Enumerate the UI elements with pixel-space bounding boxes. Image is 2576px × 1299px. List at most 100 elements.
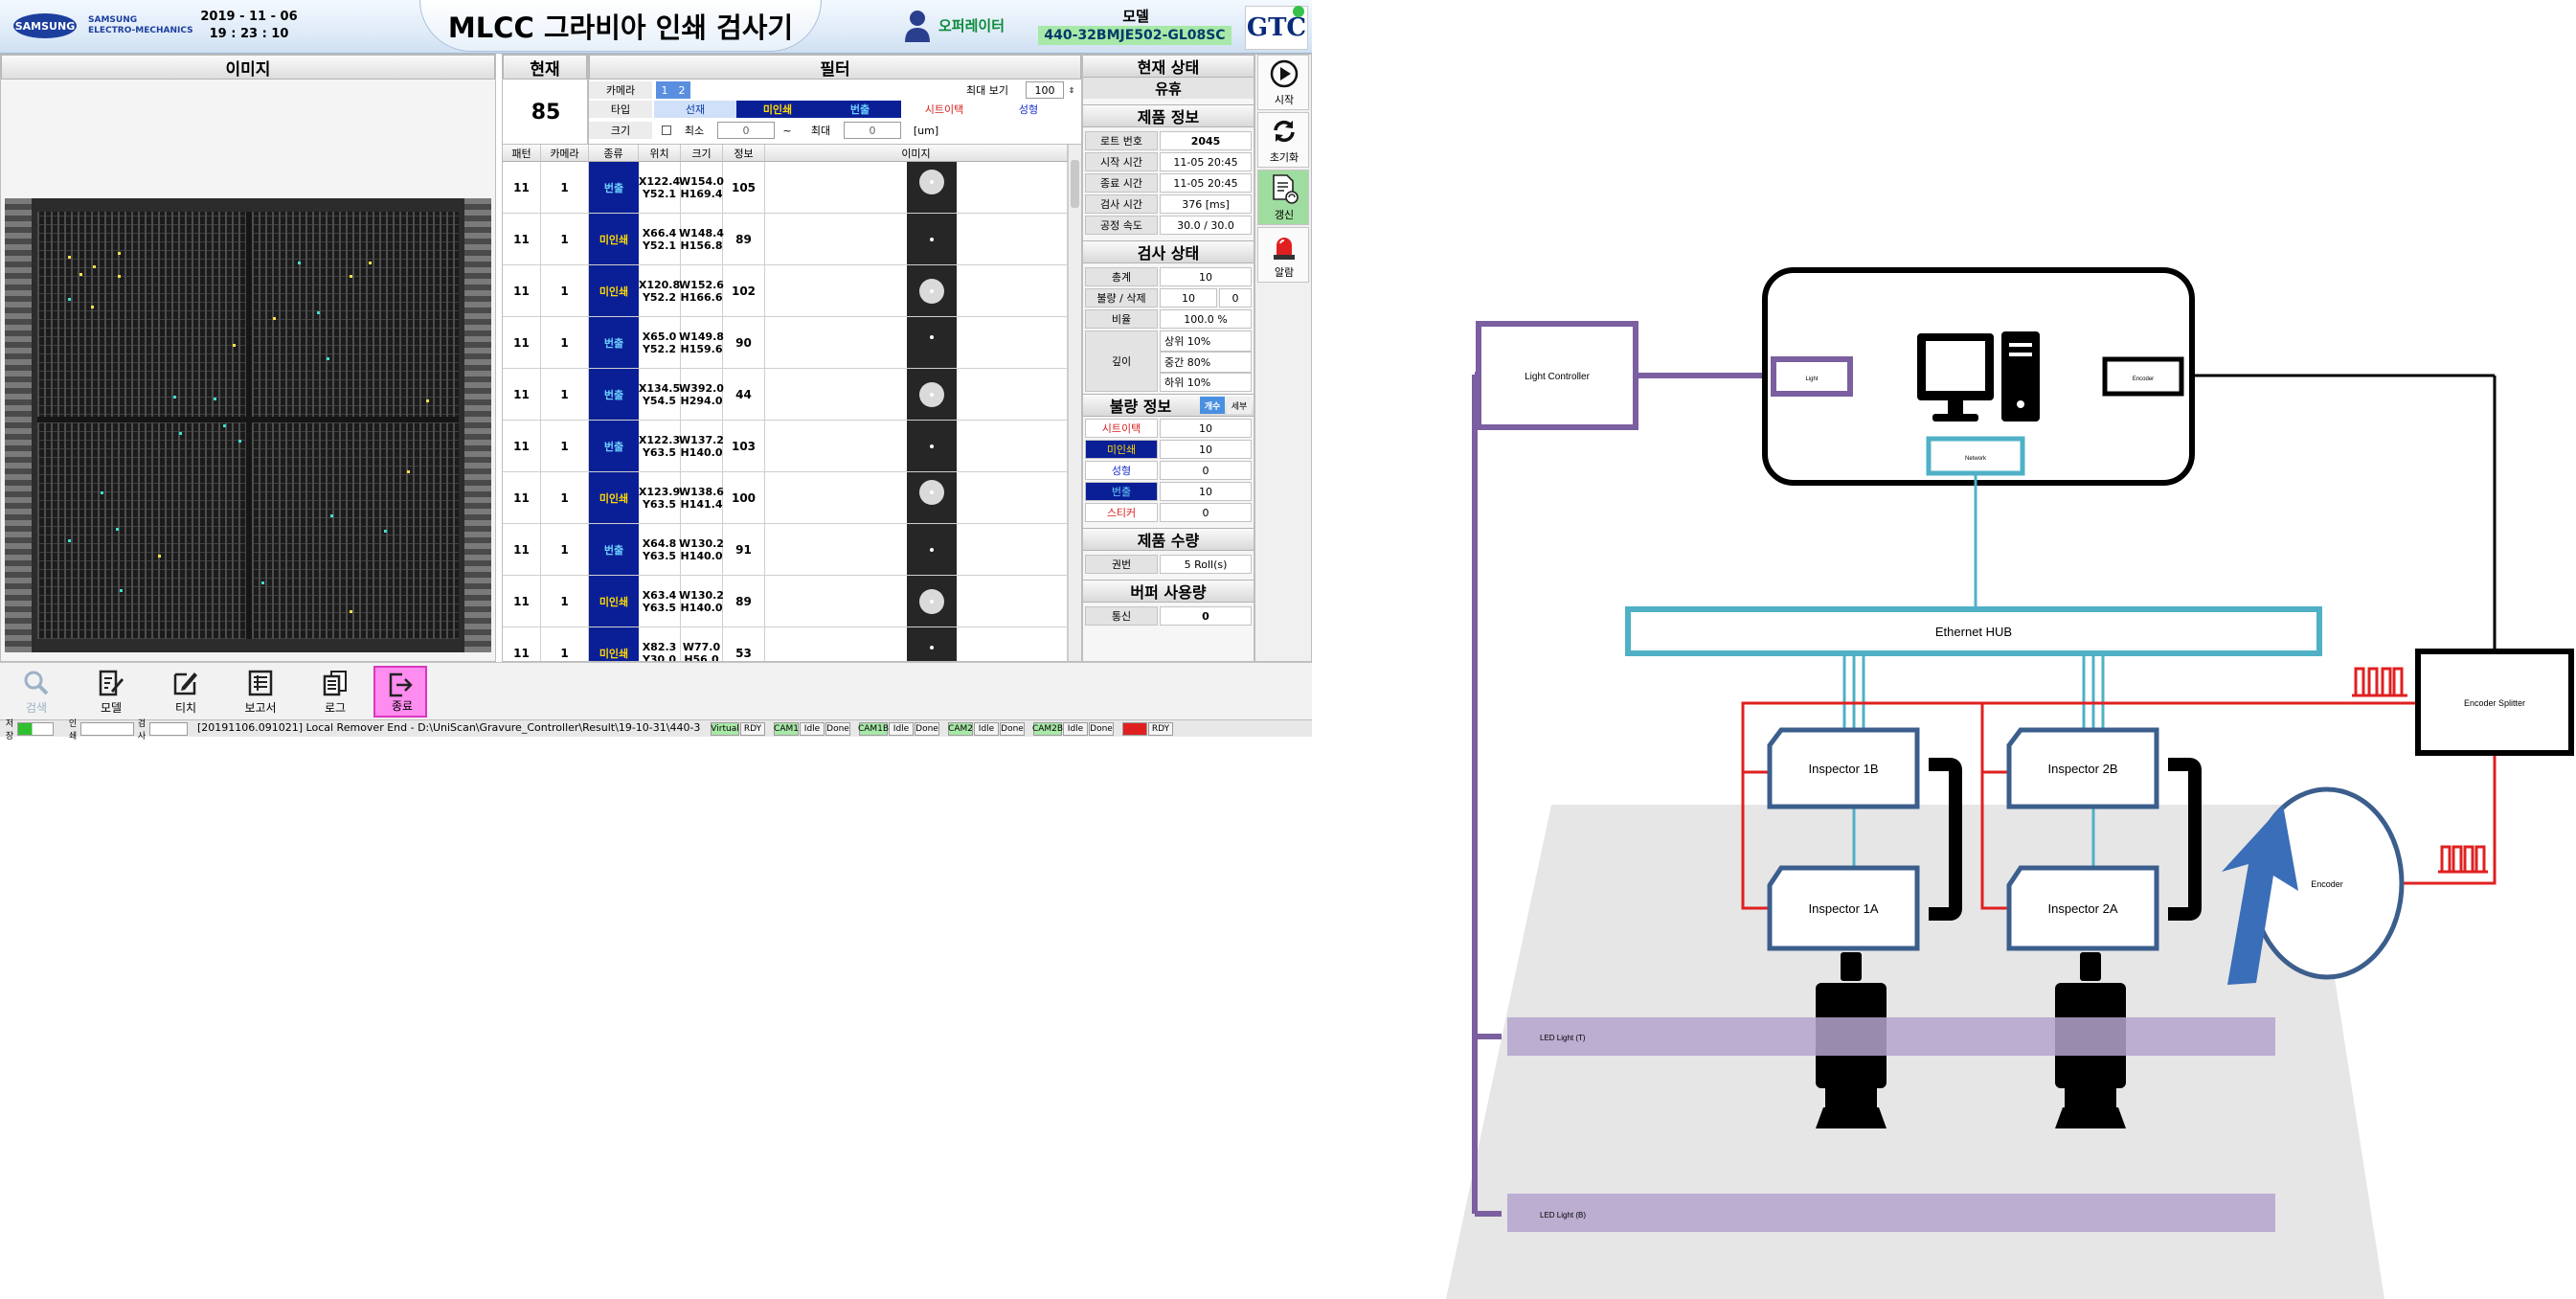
defect-thumbnail[interactable]	[907, 576, 957, 627]
row-type: 미인쇄	[589, 576, 639, 627]
inspector-2a[interactable]: Inspector 2A	[2006, 865, 2159, 951]
lot-number-label: 로트 번호	[1085, 131, 1158, 150]
row-size: W148.4 H156.8	[679, 214, 724, 265]
status-bar: 저장 인쇄 검사 [20191106.091021] Local Remover…	[0, 719, 1312, 741]
type-forming[interactable]: 성형	[987, 101, 1070, 118]
delete-count-value: 0	[1219, 288, 1252, 308]
table-row[interactable]: 11 1 미인쇄 X120.8 Y52.2 W152.6 H166.6 102	[503, 265, 1068, 317]
model-value[interactable]: 440-32BMJE502-GL08SC	[1038, 26, 1232, 45]
total-value: 10	[1160, 267, 1252, 286]
defect-thumbnail[interactable]	[907, 214, 957, 264]
list-scroll-thumb[interactable]	[1071, 160, 1079, 208]
led-light-top[interactable]	[1507, 1017, 2275, 1056]
table-row[interactable]: 11 1 미인쇄 X66.4 Y52.1 W148.4 H156.8 89	[503, 214, 1068, 265]
led-light-bottom[interactable]	[1507, 1194, 2275, 1232]
model-button[interactable]: 모델	[84, 666, 138, 718]
thumbnail-defect-dot	[930, 393, 934, 397]
defect-thumbnail[interactable]	[907, 627, 957, 661]
col-image[interactable]: 이미지	[765, 145, 1068, 162]
alarm-button[interactable]: 알람	[1257, 227, 1309, 283]
size-filter-checkbox[interactable]	[662, 125, 671, 135]
type-select-all[interactable]: 선재	[654, 101, 736, 118]
pattern-divider-v	[246, 212, 252, 639]
row-camera: 1	[541, 317, 589, 369]
defect-marker	[273, 317, 276, 320]
report-button[interactable]: 보고서	[234, 666, 287, 718]
max-size-input[interactable]: 0	[844, 122, 901, 139]
col-info[interactable]: 정보	[723, 145, 765, 162]
start-button[interactable]: 시작	[1257, 55, 1309, 110]
reset-button[interactable]: 초기화	[1257, 112, 1309, 168]
list-scrollbar[interactable]	[1068, 145, 1081, 661]
col-type[interactable]: 종류	[589, 145, 639, 162]
col-size[interactable]: 크기	[681, 145, 723, 162]
row-pos-x: X120.8	[638, 278, 681, 291]
max-view-spinner-icon[interactable]: ⇕	[1066, 81, 1077, 99]
table-row[interactable]: 11 1 번출 X122.4 Y52.1 W154.0 H169.4 105	[503, 162, 1068, 214]
depth-label: 깊이	[1085, 330, 1158, 392]
row-size: W130.2 H140.0	[679, 524, 724, 576]
col-camera[interactable]: 카메라	[541, 145, 589, 162]
type-sheet-attach[interactable]: 시트이택	[901, 101, 987, 118]
table-row[interactable]: 11 1 미인쇄 X82.3 Y30.0 W77.0 H56.0 53	[503, 627, 1068, 662]
defect-tab-count[interactable]: 개수	[1200, 397, 1225, 414]
exit-button[interactable]: 종료	[373, 666, 427, 718]
status-badge: RDY	[740, 722, 765, 736]
row-pos-x: X122.3	[638, 433, 681, 446]
defect-thumbnail[interactable]	[907, 265, 957, 316]
type-bleed[interactable]: 번출	[819, 101, 901, 118]
defect-marker	[223, 424, 226, 427]
defect-tab-detail[interactable]: 세부	[1227, 397, 1252, 414]
table-row[interactable]: 11 1 번출 X64.8 Y63.5 W130.2 H140.0 91	[503, 524, 1068, 576]
row-pos-y: Y54.5	[642, 394, 677, 407]
disk-print-label: 인쇄	[68, 719, 78, 741]
defect-marker	[238, 440, 241, 443]
connection-indicator	[1293, 6, 1304, 17]
row-width: W149.8	[679, 330, 724, 343]
log-button[interactable]: 로그	[308, 666, 362, 718]
table-row[interactable]: 11 1 미인쇄 X63.4 Y63.5 W130.2 H140.0 89	[503, 576, 1068, 627]
defect-thumbnail[interactable]	[907, 317, 957, 368]
table-row[interactable]: 11 1 미인쇄 X123.9 Y63.5 W138.6 H141.4 100	[503, 472, 1068, 524]
thumbnail-defect-dot	[930, 180, 934, 184]
status-badge: Virtual	[711, 722, 739, 736]
edit-document-icon	[99, 670, 124, 696]
ethernet-hub-label: Ethernet HUB	[1935, 625, 2012, 639]
inspector-1b[interactable]: Inspector 1B	[1767, 727, 1920, 809]
camera-1-button[interactable]: 1	[656, 81, 673, 99]
inspector-1a[interactable]: Inspector 1A	[1767, 865, 1920, 951]
camera-2-button[interactable]: 2	[673, 81, 690, 99]
operator-name[interactable]: 오퍼레이터	[938, 15, 1053, 35]
defect-thumbnail[interactable]	[907, 421, 957, 471]
max-view-input[interactable]: 100	[1026, 81, 1064, 99]
defect-thumbnail[interactable]	[907, 369, 957, 420]
start-label: 시작	[1274, 94, 1295, 106]
search-button[interactable]: 검색	[10, 666, 63, 718]
defect-unprinted-label: 미인쇄	[1085, 440, 1158, 459]
teach-button[interactable]: 티치	[159, 666, 213, 718]
col-pattern[interactable]: 패턴	[503, 145, 541, 162]
defect-marker	[350, 610, 352, 613]
defect-thumbnail[interactable]	[907, 524, 957, 575]
type-unprinted[interactable]: 미인쇄	[736, 101, 819, 118]
table-row[interactable]: 11 1 번출 X65.0 Y52.2 W149.8 H159.6 90	[503, 317, 1068, 369]
renew-button[interactable]: 갱신	[1257, 170, 1309, 225]
table-row[interactable]: 11 1 번출 X122.3 Y63.5 W137.2 H140.0 103	[503, 421, 1068, 472]
col-position[interactable]: 위치	[639, 145, 681, 162]
samsung-logo: SAMSUNG	[13, 13, 77, 38]
row-width: W152.6	[679, 278, 724, 291]
thumbnail-defect-dot	[930, 548, 934, 552]
inspector-2b[interactable]: Inspector 2B	[2006, 727, 2159, 809]
defect-marker	[68, 539, 71, 542]
light-controller-label: Light Controller	[1525, 372, 1590, 382]
row-pos-y: Y52.2	[642, 342, 677, 355]
min-size-input[interactable]: 0	[717, 122, 775, 139]
table-row[interactable]: 11 1 번출 X134.5 Y54.5 W392.0 H294.0 44	[503, 369, 1068, 421]
user-icon[interactable]	[904, 10, 931, 42]
defect-thumbnail[interactable]	[907, 162, 957, 213]
defect-thumbnail[interactable]	[907, 472, 957, 523]
row-pos-y: Y30.0	[642, 652, 677, 662]
inspection-image[interactable]	[5, 198, 491, 652]
defect-list[interactable]: 패턴 카메라 종류 위치 크기 정보 이미지 11 1 번출 X122.4 Y52.1 W…	[502, 144, 1082, 662]
counter-panel: 현재 85	[502, 54, 588, 146]
